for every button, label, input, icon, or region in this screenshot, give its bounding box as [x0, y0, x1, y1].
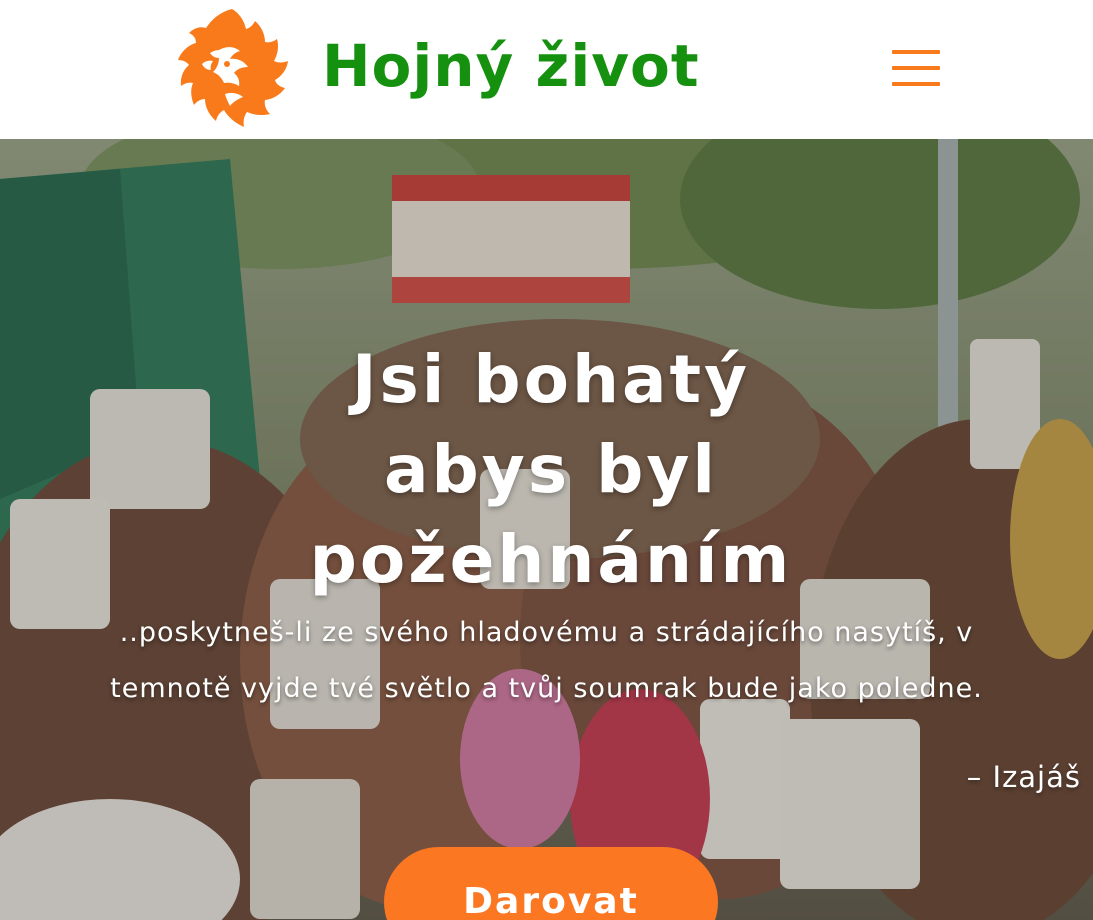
hero-headline: Jsi bohatý abys byl požehnáním [246, 335, 856, 605]
quote-line: ..poskytneš-li ze svého hladovému a strá… [119, 617, 974, 648]
hero-section: Jsi bohatý abys byl požehnáním ..poskytn… [0, 139, 1093, 920]
site-title[interactable]: Hojný život [322, 30, 700, 102]
quote-line: temnotě vyjde tvé světlo a tvůj soumrak … [110, 673, 983, 704]
donate-button[interactable]: Darovat [384, 847, 718, 920]
headline-line: požehnáním [309, 521, 793, 598]
headline-line: abys byl [384, 431, 718, 508]
hamburger-menu-icon[interactable] [888, 44, 944, 92]
lion-head-icon[interactable] [172, 6, 290, 130]
bible-quote: ..poskytneš-li ze svého hladovému a strá… [20, 605, 1073, 717]
headline-line: Jsi bohatý [351, 341, 751, 418]
quote-attribution: – Izajáš [966, 760, 1081, 794]
site-header: Hojný život [0, 0, 1093, 139]
